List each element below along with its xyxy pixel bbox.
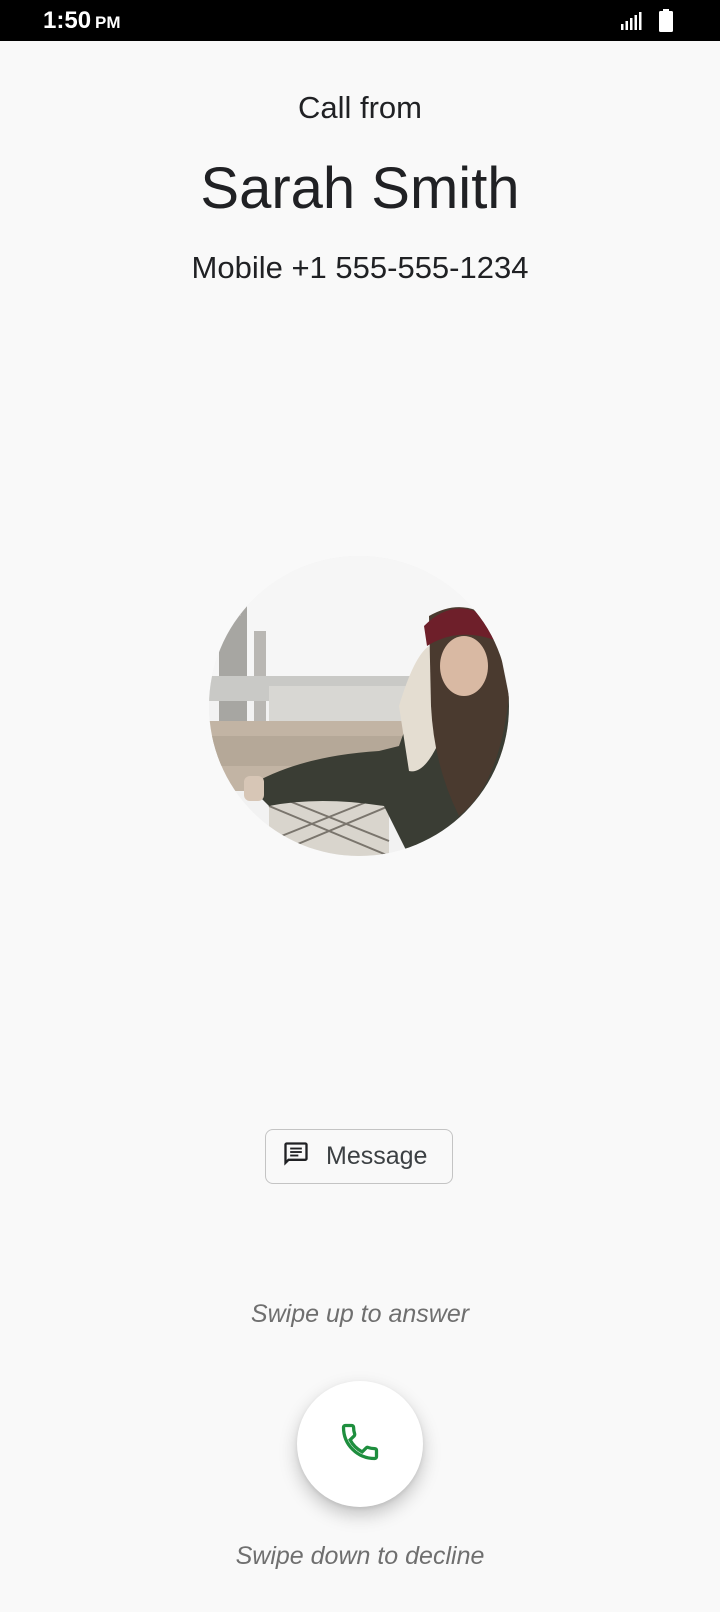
status-ampm: PM (95, 13, 121, 32)
call-from-label: Call from (297, 90, 422, 125)
caller-number: Mobile +1 555-555-1234 (191, 250, 529, 285)
answer-button[interactable] (297, 1381, 423, 1507)
swipe-up-hint: Swipe up to answer (250, 1300, 470, 1328)
status-icons (620, 9, 674, 38)
message-button[interactable]: Message (265, 1129, 453, 1184)
battery-icon (658, 9, 674, 38)
message-label: Message (326, 1142, 428, 1170)
caller-name: Sarah Smith (200, 156, 520, 221)
status-time: 1:50 PM (43, 7, 121, 35)
message-icon (282, 1140, 310, 1173)
phone-icon (338, 1420, 382, 1469)
caller-photo (209, 556, 509, 856)
status-clock: 1:50 (43, 7, 92, 34)
signal-icon (620, 10, 642, 37)
status-bar: 1:50 PM (0, 0, 720, 41)
swipe-down-hint: Swipe down to decline (235, 1542, 485, 1570)
